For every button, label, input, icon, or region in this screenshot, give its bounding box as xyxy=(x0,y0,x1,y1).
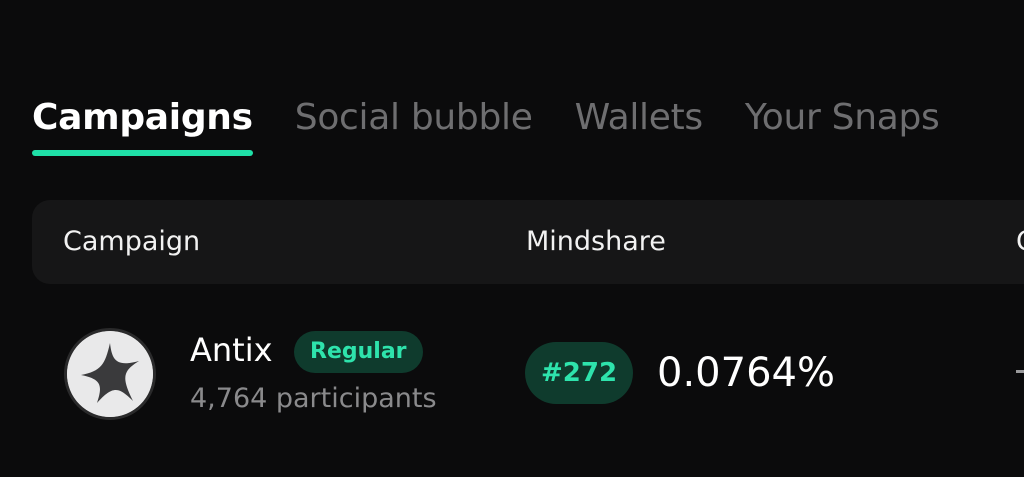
tab-social-bubble-label: Social bubble xyxy=(294,97,533,138)
column-header-campaign[interactable]: Campaign xyxy=(63,200,200,284)
campaigns-page: Campaigns Social bubble Wallets Your Sna… xyxy=(0,0,1024,477)
tab-social-bubble[interactable]: Social bubble xyxy=(295,96,533,140)
tab-bar: Campaigns Social bubble Wallets Your Sna… xyxy=(32,96,982,156)
next-column-value xyxy=(1016,370,1024,373)
avatar xyxy=(64,328,156,420)
tab-campaigns-label: Campaigns xyxy=(32,97,253,138)
tab-wallets-label: Wallets xyxy=(574,97,704,138)
table-row[interactable]: Antix Regular 4,764 participants #272 0.… xyxy=(0,318,1024,428)
mindshare-value: 0.0764% xyxy=(657,350,835,396)
table-header: Campaign Mindshare C xyxy=(32,200,1024,284)
tab-campaigns[interactable]: Campaigns xyxy=(32,96,253,156)
tab-your-snaps[interactable]: Your Snaps xyxy=(745,96,940,140)
active-tab-indicator xyxy=(32,150,253,156)
mindshare-rank-badge: #272 xyxy=(525,342,634,404)
star-logo-icon xyxy=(67,331,153,417)
column-header-next[interactable]: C xyxy=(1016,200,1024,284)
column-header-mindshare[interactable]: Mindshare xyxy=(526,200,666,284)
tab-your-snaps-label: Your Snaps xyxy=(744,97,940,138)
campaign-type-badge: Regular xyxy=(294,331,423,373)
participants-count: 4,764 participants xyxy=(190,383,437,414)
campaign-name[interactable]: Antix xyxy=(190,330,273,370)
tab-wallets[interactable]: Wallets xyxy=(574,96,704,140)
